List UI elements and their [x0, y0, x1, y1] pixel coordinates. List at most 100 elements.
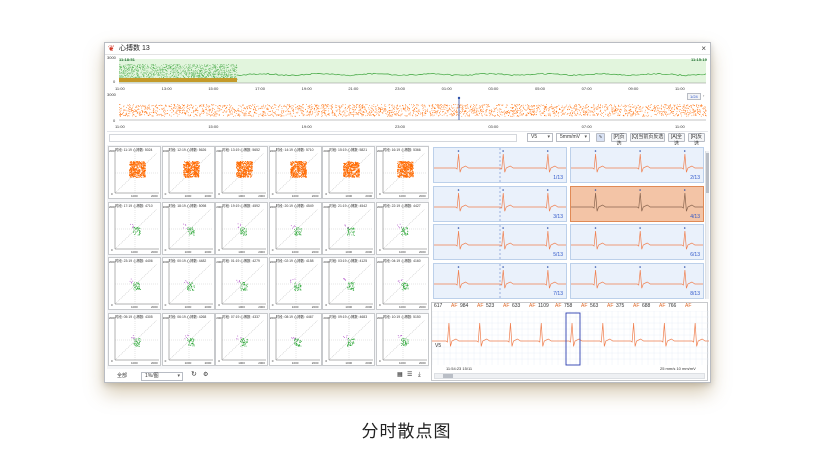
rr-dot — [593, 112, 595, 114]
trend-dot — [193, 77, 195, 78]
trend-dot — [198, 67, 200, 68]
rr-next-arrow-icon[interactable]: › — [703, 93, 704, 98]
scatter-point — [137, 164, 139, 166]
rr-dot — [288, 108, 289, 109]
trend-dot — [200, 70, 201, 72]
rr-dot — [286, 110, 288, 112]
rr-dot — [489, 115, 491, 117]
trend-dot — [199, 74, 200, 76]
rr-dot — [666, 105, 668, 106]
rr-dot — [455, 114, 457, 116]
trend-y-bottom: 0 — [113, 79, 116, 84]
waveform-toggle-button[interactable]: ∿ — [596, 133, 605, 142]
trend-dot — [124, 71, 126, 72]
trend-dot — [167, 68, 169, 69]
rr-interval-chart[interactable]: 3000 0 1/24 › — [107, 92, 708, 124]
rr-dot — [396, 108, 398, 109]
rr-dot — [140, 113, 141, 115]
page-select-button[interactable]: [P]页选 — [611, 133, 627, 147]
rr-dot — [655, 114, 657, 115]
trend-dot — [165, 66, 167, 68]
rr-dot — [630, 110, 632, 112]
rr-dot — [418, 113, 419, 115]
trend-dot — [174, 70, 175, 72]
invert-page-button[interactable]: [Q]当前页反选 — [630, 133, 665, 142]
trend-dot — [138, 74, 139, 76]
rr-dot — [611, 109, 612, 111]
rr-dot — [179, 112, 181, 114]
rr-dot — [440, 108, 441, 109]
rr-dot — [635, 114, 637, 115]
scatter-cell[interactable]: 时段: 11:19 心搏数: 5024 2000 1000 2000 0 — [108, 146, 161, 199]
rr-dot — [191, 107, 193, 109]
scatter-point — [132, 176, 134, 178]
rr-dot — [214, 115, 216, 117]
trend-dot — [120, 66, 121, 67]
scatter-point — [191, 166, 193, 168]
trend-dot — [137, 76, 139, 78]
trend-dot — [220, 66, 222, 68]
rr-dot — [191, 106, 193, 108]
rr-dot — [365, 110, 367, 111]
trend-dot — [168, 65, 170, 66]
trend-dot — [200, 70, 202, 71]
rr-dot — [321, 105, 322, 106]
rr-dot — [356, 106, 358, 108]
rr-dot — [355, 109, 356, 111]
rr-dot — [525, 104, 527, 106]
rr-dot — [183, 107, 185, 109]
select-all-button[interactable]: [A]全选 — [668, 133, 685, 147]
heart-rate-trend-chart[interactable]: 3000 0 11:18:51 11:15:19 — [107, 55, 708, 86]
scatter-point — [190, 166, 192, 168]
trend-dot — [188, 73, 190, 75]
rr-dot — [385, 109, 387, 111]
rr-dot — [520, 110, 522, 112]
rr-dot — [507, 104, 508, 106]
scatter-point — [135, 176, 137, 178]
scatter-cell[interactable]: 时段: 13:19 心搏数: 5652 2000 1000 2000 0 — [215, 146, 269, 199]
rr-dot — [700, 105, 702, 107]
rr-dot — [378, 114, 380, 116]
trend-dot — [188, 64, 190, 65]
rr-dot — [324, 104, 326, 105]
trend-dot — [226, 76, 228, 78]
trend-dot — [224, 72, 225, 74]
rr-dot — [511, 110, 513, 111]
rr-dot — [179, 111, 180, 113]
invert-all-button[interactable]: [R]反选 — [688, 133, 705, 147]
rr-dot — [605, 105, 607, 107]
rr-dot — [685, 110, 686, 111]
scatter-point — [185, 163, 187, 165]
trend-dot — [230, 77, 231, 79]
trend-dot — [204, 69, 206, 70]
rr-dot — [405, 104, 406, 105]
rr-dot — [394, 106, 395, 108]
rr-dot — [347, 106, 349, 108]
trend-dot — [159, 69, 160, 70]
rr-dot — [353, 109, 354, 110]
toolbar-search-field[interactable] — [109, 134, 517, 142]
trend-dot — [201, 68, 203, 69]
trend-dot — [159, 68, 161, 69]
rr-dot — [334, 114, 335, 116]
rr-dot — [155, 110, 157, 112]
rr-dot — [570, 112, 572, 113]
rr-dot — [555, 114, 557, 116]
rr-dot — [264, 111, 266, 113]
lead-select[interactable]: V5 ▾ — [527, 133, 553, 142]
rr-dot — [397, 113, 399, 115]
rr-dot — [679, 104, 681, 105]
rr-dot — [293, 110, 294, 112]
scatter-point — [198, 162, 200, 163]
rr-dot — [564, 106, 566, 108]
rr-dot — [507, 110, 508, 112]
rr-dot — [522, 113, 524, 115]
trend-dot — [219, 72, 221, 73]
close-icon[interactable]: × — [701, 44, 706, 53]
rr-dot — [585, 108, 587, 109]
scatter-cell[interactable]: 时段: 12:19 心搏数: 5626 2000 1000 2000 0 — [161, 146, 215, 199]
gain-select[interactable]: 5mm/mV ▾ — [556, 133, 590, 142]
trend-dot — [226, 67, 228, 68]
rr-dot — [637, 105, 639, 106]
trend-dot — [234, 76, 236, 78]
